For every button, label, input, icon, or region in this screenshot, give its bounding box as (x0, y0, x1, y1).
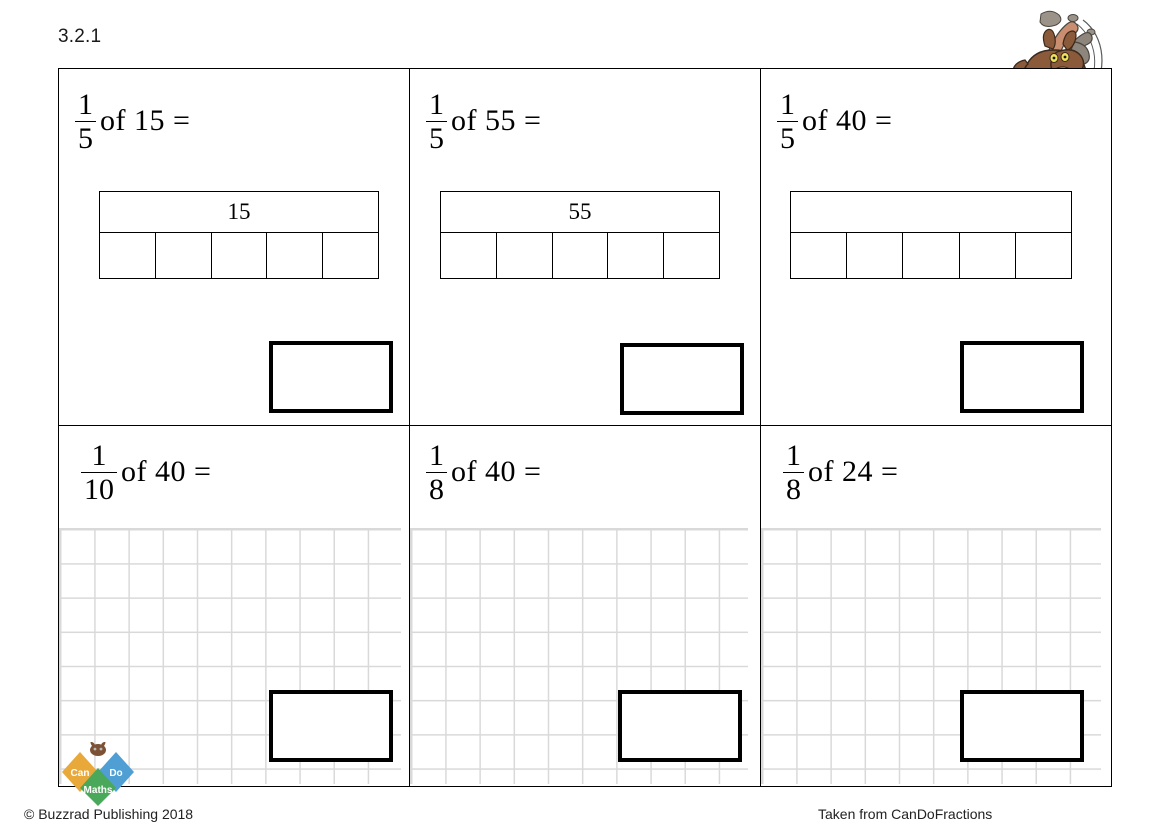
bar-part[interactable] (495, 233, 552, 278)
bar-model-2: 55 (440, 191, 720, 279)
question-panel-2: 1 5 of 55 = 55 (409, 69, 760, 425)
question-expression-6: 1 8 of 24 = (783, 440, 899, 505)
question-panel-6: 1 8 of 24 = (760, 426, 1111, 786)
bar-whole-label-3 (790, 191, 1072, 233)
bar-parts-3 (790, 233, 1072, 279)
question-panel-5: 1 8 of 40 = (409, 426, 760, 786)
fraction-denominator: 5 (75, 121, 96, 154)
footer-source: Taken from CanDoFractions (818, 806, 993, 822)
bar-parts-2 (440, 233, 720, 279)
fraction-denominator: 8 (426, 472, 447, 505)
fraction-numerator: 1 (429, 88, 444, 121)
question-panel-3: 1 5 of 40 = (760, 69, 1111, 425)
bar-part[interactable] (266, 233, 322, 278)
fraction-5: 1 8 (426, 441, 447, 505)
question-text: of 15 = (100, 104, 191, 137)
fraction-1: 1 5 (75, 90, 96, 154)
bar-part[interactable] (100, 233, 155, 278)
fraction-4: 1 10 (81, 441, 117, 505)
bar-part[interactable] (902, 233, 958, 278)
fraction-numerator: 1 (786, 439, 801, 472)
answer-box-3[interactable] (960, 341, 1084, 413)
svg-text:Can: Can (71, 768, 90, 779)
bar-part[interactable] (791, 233, 846, 278)
fraction-numerator: 1 (78, 88, 93, 121)
question-expression-4: 1 10 of 40 = (81, 440, 212, 505)
question-text: of 40 = (451, 455, 542, 488)
fraction-2: 1 5 (426, 90, 447, 154)
bar-part[interactable] (663, 233, 719, 278)
question-expression-1: 1 5 of 15 = (75, 89, 191, 154)
can-do-maths-logo: Can Do Maths (56, 741, 140, 806)
worksheet-row-top: 1 5 of 15 = 15 1 5 of 55 = 55 1 5 of 40 … (59, 69, 1111, 425)
question-expression-2: 1 5 of 55 = (426, 89, 542, 154)
fraction-denominator: 5 (426, 121, 447, 154)
bar-part[interactable] (210, 233, 267, 278)
answer-box-2[interactable] (620, 343, 744, 415)
bar-part[interactable] (607, 233, 663, 278)
fraction-3: 1 5 (777, 90, 798, 154)
answer-box-4[interactable] (269, 690, 393, 762)
svg-text:Maths: Maths (84, 785, 113, 796)
fraction-numerator: 1 (780, 88, 795, 121)
question-text: of 40 = (802, 104, 893, 137)
bar-part[interactable] (322, 233, 378, 278)
answer-box-5[interactable] (618, 690, 742, 762)
bar-part[interactable] (154, 233, 211, 278)
question-expression-5: 1 8 of 40 = (426, 440, 542, 505)
bar-part[interactable] (846, 233, 902, 278)
bar-model-3 (790, 191, 1072, 279)
question-expression-3: 1 5 of 40 = (777, 89, 893, 154)
question-panel-4: 1 10 of 40 = (59, 426, 409, 786)
donkey-logo-icon (90, 741, 106, 756)
worksheet-row-bottom: 1 10 of 40 = 1 8 of 40 = 1 8 of 24 = (59, 425, 1111, 786)
bar-model-1: 15 (99, 191, 379, 279)
fraction-denominator: 8 (783, 472, 804, 505)
question-text: of 40 = (121, 455, 212, 488)
answer-box-1[interactable] (269, 341, 393, 413)
answer-box-6[interactable] (960, 690, 1084, 762)
bar-part[interactable] (1014, 233, 1071, 278)
worksheet-table: 1 5 of 15 = 15 1 5 of 55 = 55 1 5 of 40 … (58, 68, 1112, 787)
svg-text:Do: Do (109, 768, 122, 779)
bar-parts-1 (99, 233, 379, 279)
fraction-numerator: 1 (91, 439, 107, 472)
fraction-numerator: 1 (429, 439, 444, 472)
fraction-denominator: 5 (777, 121, 798, 154)
fraction-denominator: 10 (81, 472, 117, 505)
worksheet-code: 3.2.1 (58, 26, 102, 47)
bar-whole-label-1: 15 (99, 191, 379, 233)
bar-part[interactable] (551, 233, 608, 278)
question-text: of 55 = (451, 104, 542, 137)
question-text: of 24 = (808, 455, 899, 488)
bar-part[interactable] (958, 233, 1015, 278)
fraction-6: 1 8 (783, 441, 804, 505)
bar-whole-label-2: 55 (440, 191, 720, 233)
question-panel-1: 1 5 of 15 = 15 (59, 69, 409, 425)
footer-copyright: © Buzzrad Publishing 2018 (24, 806, 194, 822)
bar-part[interactable] (441, 233, 496, 278)
